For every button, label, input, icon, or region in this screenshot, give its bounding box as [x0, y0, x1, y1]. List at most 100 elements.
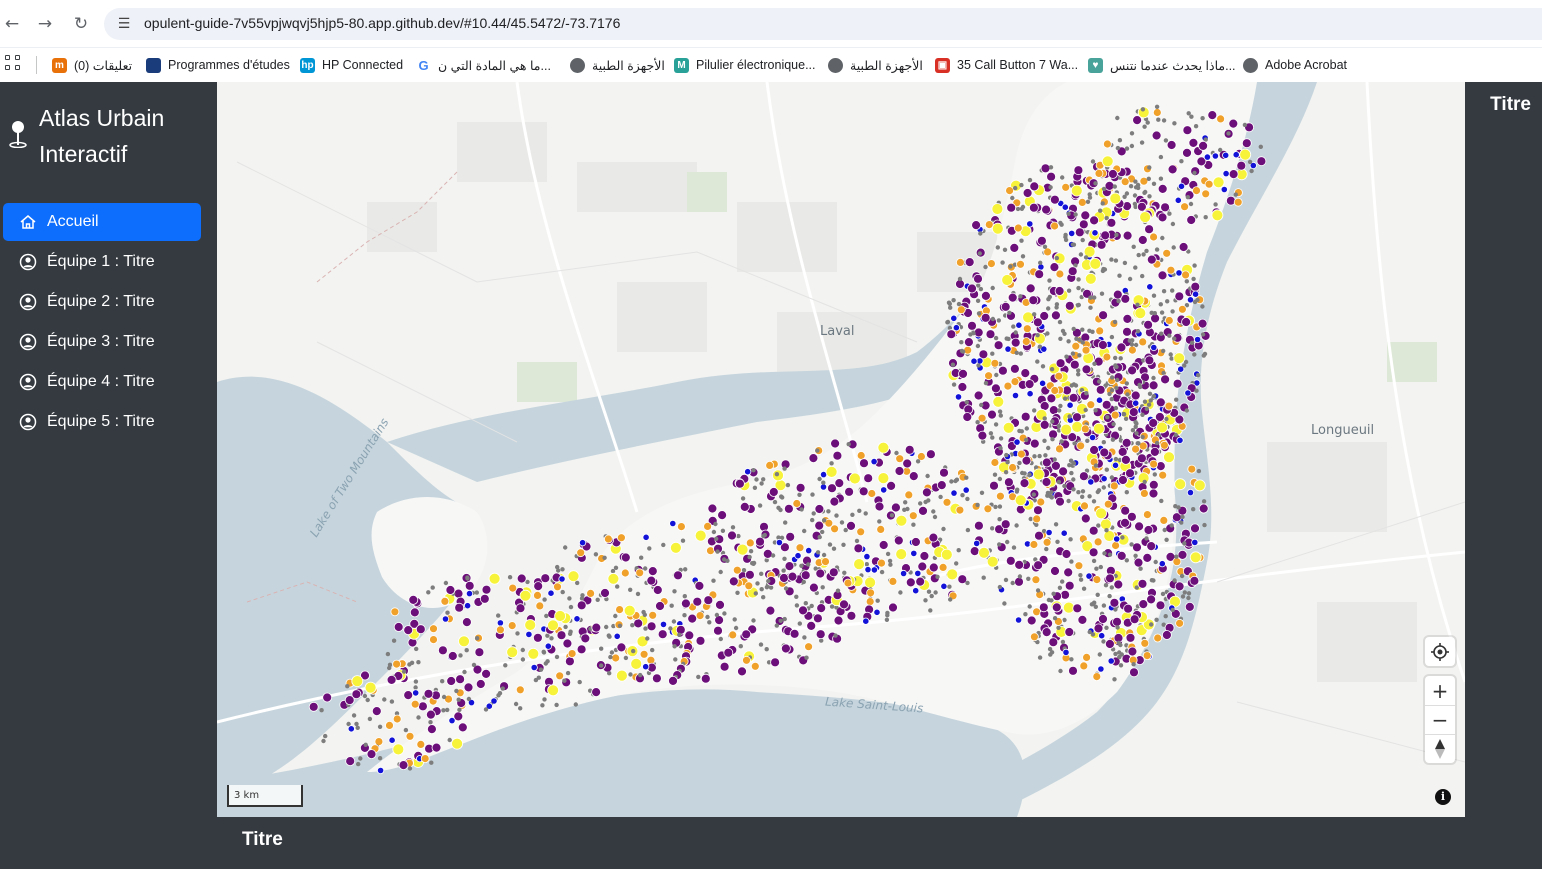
map-point[interactable]	[956, 257, 965, 267]
map-point[interactable]	[1078, 252, 1084, 257]
map-point[interactable]	[815, 550, 821, 555]
map-point[interactable]	[1113, 579, 1124, 590]
map-point[interactable]	[915, 459, 921, 464]
map-point[interactable]	[1031, 492, 1036, 497]
map-point[interactable]	[1080, 501, 1089, 511]
map-point[interactable]	[374, 737, 384, 746]
map-point[interactable]	[413, 685, 418, 690]
map-point[interactable]	[1032, 408, 1037, 413]
map-point[interactable]	[854, 538, 860, 544]
map-point[interactable]	[1141, 252, 1146, 257]
map-point[interactable]	[1029, 540, 1039, 549]
map-point[interactable]	[1101, 399, 1112, 410]
map-point[interactable]	[602, 555, 607, 560]
map-point[interactable]	[705, 614, 710, 620]
map-point[interactable]	[1148, 488, 1159, 499]
map-point[interactable]	[568, 629, 573, 634]
map-point[interactable]	[1068, 229, 1076, 237]
map-point[interactable]	[978, 286, 984, 292]
map-point[interactable]	[1054, 255, 1059, 261]
map-point[interactable]	[1048, 637, 1059, 648]
map-point[interactable]	[888, 562, 893, 567]
map-point[interactable]	[751, 618, 756, 623]
map-point[interactable]	[1116, 342, 1127, 353]
map-point[interactable]	[544, 613, 549, 619]
map-point[interactable]	[1087, 494, 1092, 499]
map-point[interactable]	[1114, 385, 1119, 391]
map-point[interactable]	[1094, 566, 1099, 571]
map-point[interactable]	[751, 468, 756, 473]
map-point[interactable]	[1002, 601, 1007, 606]
map-point[interactable]	[1189, 340, 1195, 345]
map-point[interactable]	[403, 625, 414, 635]
map-point[interactable]	[998, 436, 1004, 441]
map-point[interactable]	[1152, 311, 1157, 316]
map-point[interactable]	[1062, 648, 1070, 657]
map-point[interactable]	[1146, 254, 1157, 265]
map-point[interactable]	[635, 568, 645, 578]
map-point[interactable]	[795, 482, 806, 493]
map-point[interactable]	[540, 703, 545, 708]
map-point[interactable]	[648, 610, 658, 620]
map-point[interactable]	[994, 372, 999, 378]
map-point[interactable]	[850, 512, 855, 517]
map-point[interactable]	[1127, 338, 1132, 343]
map-point[interactable]	[441, 708, 446, 713]
map-point[interactable]	[821, 518, 827, 523]
map-point[interactable]	[392, 659, 402, 669]
map-point[interactable]	[646, 575, 657, 586]
map-point[interactable]	[508, 583, 518, 593]
map-point[interactable]	[1091, 499, 1097, 504]
map-point[interactable]	[1096, 239, 1107, 250]
map-point[interactable]	[351, 713, 357, 718]
map-point[interactable]	[615, 669, 628, 682]
map-point[interactable]	[853, 543, 864, 554]
map-point[interactable]	[805, 546, 813, 555]
map-point[interactable]	[1017, 574, 1023, 579]
map-point[interactable]	[1156, 421, 1168, 434]
map-point[interactable]	[1087, 192, 1092, 197]
map-point[interactable]	[758, 642, 764, 647]
map-point[interactable]	[990, 358, 1000, 368]
map-point[interactable]	[647, 546, 652, 551]
map-point[interactable]	[639, 555, 644, 560]
map-point[interactable]	[973, 539, 981, 547]
map-point[interactable]	[783, 520, 788, 525]
map-point[interactable]	[1144, 406, 1149, 411]
map-point[interactable]	[1074, 227, 1085, 238]
map-point[interactable]	[1158, 302, 1163, 307]
map-point[interactable]	[832, 450, 843, 461]
map-point[interactable]	[1179, 520, 1184, 525]
map-point[interactable]	[1151, 293, 1157, 298]
map-point[interactable]	[1160, 374, 1170, 385]
map-point[interactable]	[1180, 514, 1185, 520]
map-point[interactable]	[1184, 279, 1189, 284]
map-point[interactable]	[1159, 498, 1164, 504]
map-point[interactable]	[607, 634, 612, 639]
map-point[interactable]	[875, 598, 880, 603]
map-point[interactable]	[322, 692, 333, 703]
map-point[interactable]	[1116, 550, 1127, 561]
map-point[interactable]	[1162, 248, 1172, 258]
map-point[interactable]	[1154, 617, 1159, 622]
map-point[interactable]	[1103, 499, 1113, 509]
map-point[interactable]	[918, 505, 928, 516]
map-point[interactable]	[1000, 519, 1011, 530]
map-point[interactable]	[1202, 522, 1207, 528]
map-point[interactable]	[983, 504, 993, 514]
map-point[interactable]	[784, 503, 794, 514]
map-point[interactable]	[765, 460, 775, 470]
map-point[interactable]	[615, 584, 620, 589]
map-point[interactable]	[443, 580, 449, 586]
map-point[interactable]	[1112, 289, 1123, 300]
map-point[interactable]	[1033, 505, 1043, 516]
map-point[interactable]	[744, 581, 754, 591]
map-point[interactable]	[1071, 460, 1076, 466]
map-point[interactable]	[465, 575, 470, 580]
map-point[interactable]	[407, 662, 412, 667]
map-point[interactable]	[862, 617, 870, 625]
map-point[interactable]	[1097, 665, 1105, 673]
map-point[interactable]	[1155, 397, 1166, 408]
map-point[interactable]	[1008, 463, 1017, 472]
map-point[interactable]	[744, 468, 752, 476]
